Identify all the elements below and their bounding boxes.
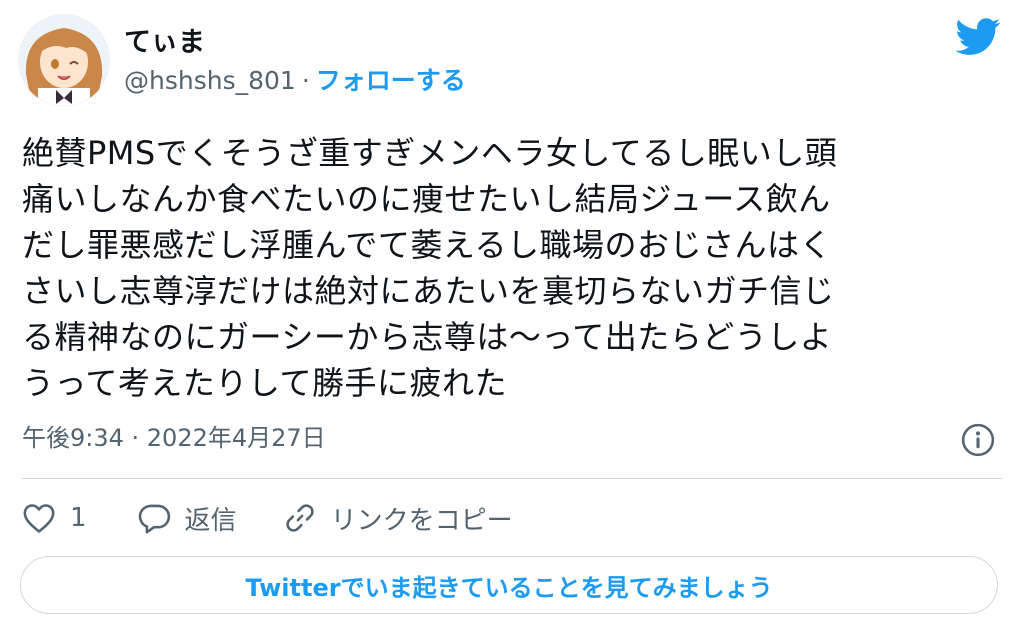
tweet-text-line: 痛いしなんか食べたいのに痩せたいし結局ジュース飲ん [22,180,831,218]
author-handle[interactable]: @hshshs_801 [124,66,296,95]
link-icon [285,504,314,532]
reply-bubble-icon [138,504,170,534]
divider [22,478,1002,479]
action-bar: 1 返信 リンクをコピー [22,496,513,540]
author-display-name[interactable]: てぃま [124,26,205,60]
separator-dot: · [301,66,310,95]
reply-label: 返信 [184,505,237,536]
avatar[interactable] [18,14,110,106]
tweet-text-line: る精神なのにガーシーから志尊は〜って出たらどうしよ [22,318,833,356]
twitter-bird-icon[interactable] [955,18,1001,56]
author-handle-row: @hshshs_801 · フォローする [124,64,466,98]
like-count: 1 [70,503,87,533]
follow-button[interactable]: フォローする [316,66,466,95]
reply-button[interactable]: 返信 [137,500,237,537]
explore-twitter-button[interactable]: Twitterでいま起きていることを見てみましょう [20,556,998,614]
tweet-text-line: 絶賛PMSでくそうざ重すぎメンヘラ女してるし眠いし頭 [22,134,838,172]
tweet-text-line: さいし志尊淳だけは絶対にあたいを裏切らないガチ信じ [22,272,835,310]
heart-icon [23,504,55,533]
like-button[interactable]: 1 [22,502,87,534]
tweet-text-line: うって考えたりして勝手に疲れた [22,364,507,402]
tweet-text: 絶賛PMSでくそうざ重すぎメンヘラ女してるし眠いし頭 痛いしなんか食べたいのに痩… [22,130,1002,406]
tweet-text-line: だし罪悪感だし浮腫んでて萎えるし職場のおじさんはく [22,226,832,264]
copy-link-button[interactable]: リンクをコピー [283,500,513,537]
tweet-timestamp[interactable]: 午後9:34 · 2022年4月27日 [22,422,326,454]
copy-link-label: リンクをコピー [330,505,513,536]
info-icon[interactable] [961,423,995,457]
